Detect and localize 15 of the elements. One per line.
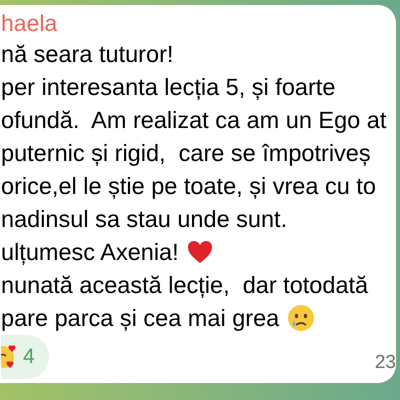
- sender-name: haela: [1, 9, 58, 37]
- reaction-button[interactable]: 4: [1, 335, 49, 379]
- message-text: per interesanta lecția 5, și foarte: [1, 72, 336, 102]
- message-text: ofundă. Am realizat ca am un Ego at: [1, 106, 386, 134]
- message-text: pare parca și cea mai grea: [1, 304, 280, 332]
- message-text: puternic și rigid, care se împotriveș: [1, 138, 371, 168]
- crying-face-icon: [287, 304, 316, 332]
- message-text: nă seara tuturor!: [1, 40, 174, 68]
- message-text: orice,el le știe pe toate, și vrea cu to: [1, 172, 376, 200]
- message-text: nunată această lecție, dar totodată: [1, 270, 368, 300]
- smiling-face-hearts-icon: [1, 344, 17, 370]
- message-text: nadinsul sa stau unde sunt.: [1, 204, 288, 234]
- message-text: ulțumesc Axenia!: [1, 238, 179, 266]
- heart-icon: [186, 240, 213, 264]
- message-time: 23: [374, 350, 396, 374]
